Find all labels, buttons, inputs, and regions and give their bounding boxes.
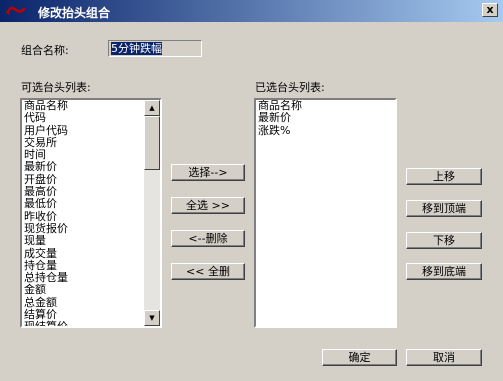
available-list-scrollbar[interactable]: ▲ ▼: [144, 100, 160, 326]
available-list-label: 可选台头列表:: [21, 81, 91, 94]
move-up-button[interactable]: 上移: [406, 168, 482, 185]
title-bar[interactable]: 修改抬头组合 x: [0, 0, 503, 22]
remove-button[interactable]: <--删除: [171, 230, 245, 247]
move-down-button[interactable]: 下移: [406, 232, 482, 249]
scroll-up-icon: ▲: [149, 104, 155, 112]
list-item[interactable]: 最新价: [258, 112, 395, 124]
remove-all-button[interactable]: << 全删: [171, 263, 245, 280]
dialog-title: 修改抬头组合: [38, 6, 111, 20]
dialog-window: 修改抬头组合 x 组合名称: 5分钟跌幅 可选台头列表: 已选台头列表: 商品名…: [0, 0, 503, 381]
select-all-button[interactable]: 全选 >>: [171, 197, 245, 214]
close-icon: x: [486, 3, 494, 16]
selected-list[interactable]: 商品名称 最新价 涨跌%: [254, 98, 397, 328]
name-input-value: 5分钟跌幅: [111, 42, 162, 55]
available-list[interactable]: 商品名称 代码 用户代码 交易所 时间 最新价 开盘价 最高价 最低价 昨收价 现货报价 现量 成交量持…: [20, 98, 162, 328]
selected-list-label: 已选台头列表:: [255, 81, 325, 94]
ok-button[interactable]: 确定: [322, 349, 397, 366]
move-top-button[interactable]: 移到顶端: [406, 200, 482, 217]
list-item[interactable]: 最新价: [24, 161, 160, 173]
move-bottom-button[interactable]: 移到底端: [406, 263, 482, 280]
cancel-button[interactable]: 取消: [406, 349, 482, 366]
list-item[interactable]: 现量: [24, 235, 160, 247]
name-input[interactable]: 5分钟跌幅: [108, 40, 202, 57]
list-item[interactable]: 金额: [24, 284, 160, 296]
list-item[interactable]: 现结算价: [24, 321, 160, 326]
close-button[interactable]: x: [482, 3, 498, 17]
list-item[interactable]: 涨跌%: [258, 124, 395, 137]
scrollbar-thumb[interactable]: [144, 116, 160, 170]
app-logo-icon: [5, 3, 27, 19]
name-label: 组合名称:: [21, 44, 69, 57]
available-items: 商品名称 代码 用户代码 交易所 时间 最新价 开盘价 最高价 最低价 昨收价 现货报价 现量 成交量持…: [24, 100, 160, 326]
scroll-down-button[interactable]: ▼: [144, 310, 160, 326]
scroll-up-button[interactable]: ▲: [144, 100, 160, 116]
list-item[interactable]: 代码: [24, 112, 160, 124]
selected-items: 商品名称 最新价 涨跌%: [258, 100, 395, 137]
list-item[interactable]: 成交量: [24, 247, 160, 260]
list-item[interactable]: 最低价: [24, 198, 160, 210]
select-button[interactable]: 选择-->: [171, 164, 245, 181]
scroll-down-icon: ▼: [149, 314, 155, 322]
